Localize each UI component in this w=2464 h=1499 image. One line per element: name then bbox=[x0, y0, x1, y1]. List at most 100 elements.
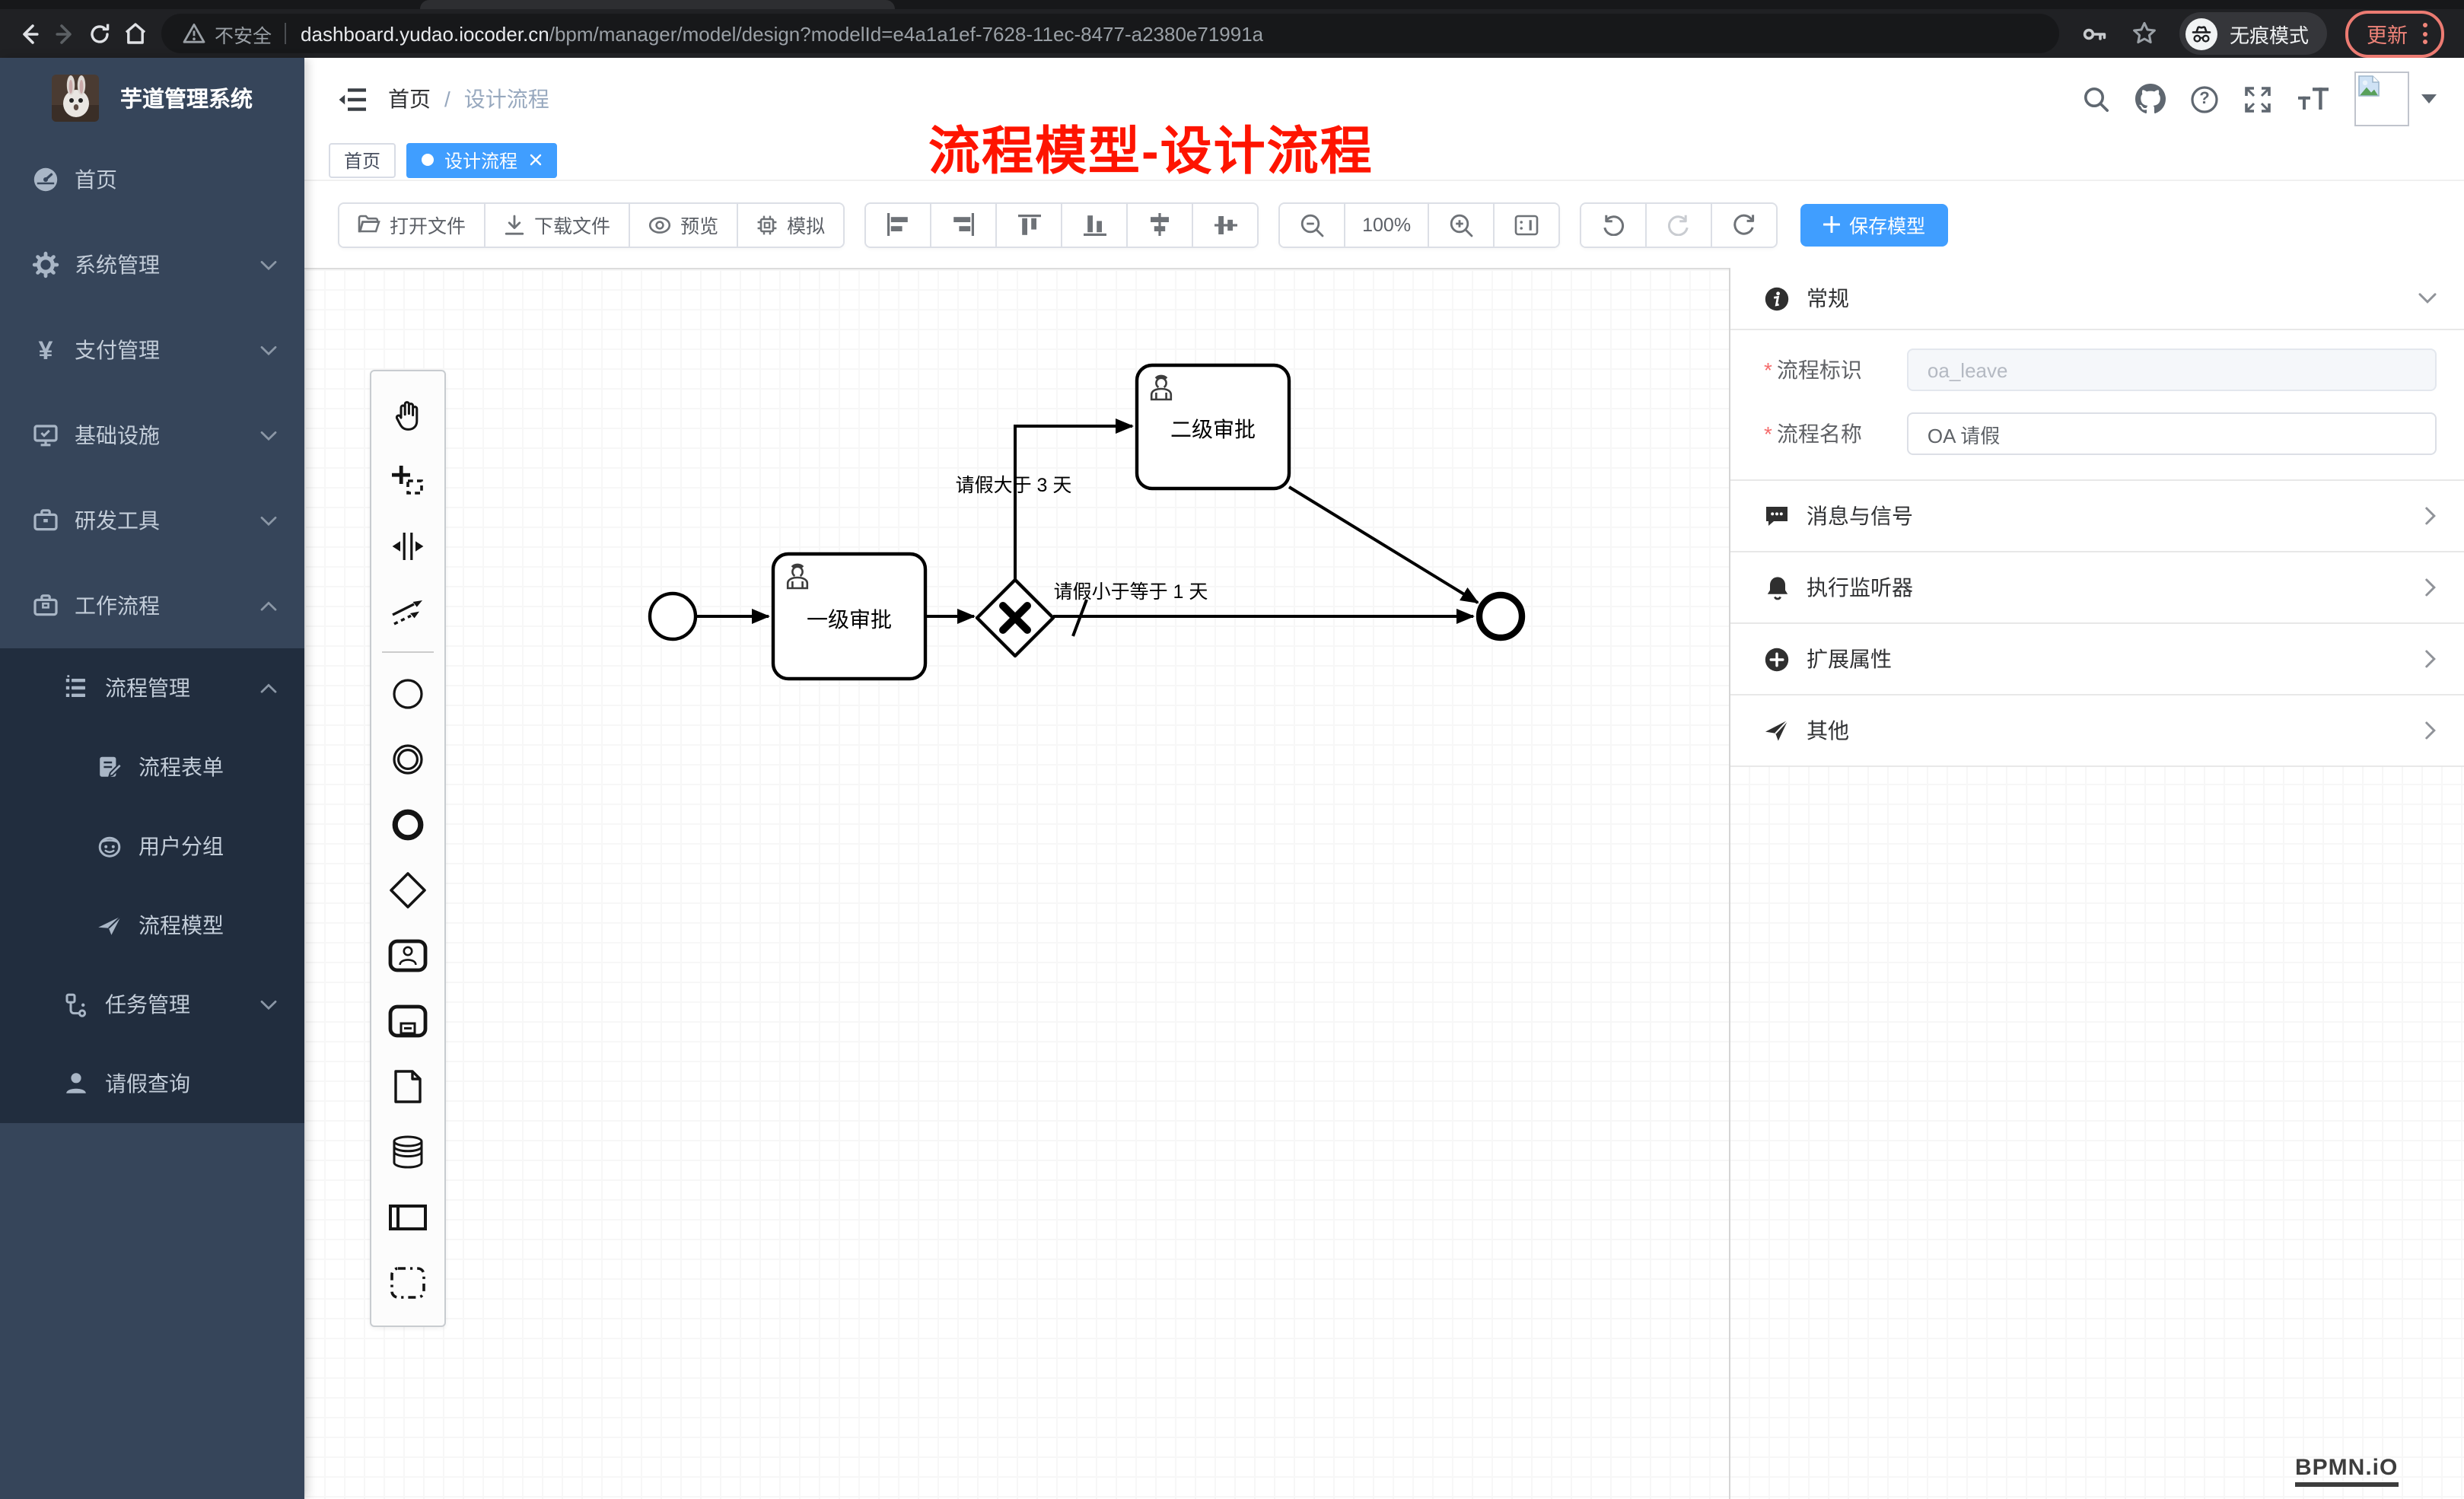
section-extended-attributes[interactable]: 扩展属性 bbox=[1730, 624, 2464, 695]
process-name-input[interactable] bbox=[1908, 412, 2437, 455]
fullscreen-icon[interactable] bbox=[2243, 84, 2272, 113]
section-execution-listener[interactable]: 执行监听器 bbox=[1730, 552, 2464, 624]
password-key-icon[interactable] bbox=[2080, 19, 2109, 48]
palette-intermediate-event[interactable] bbox=[385, 736, 431, 781]
bookmark-star-icon[interactable] bbox=[2131, 20, 2158, 47]
align-bottom-button[interactable] bbox=[1062, 203, 1128, 246]
browser-menu-icon[interactable] bbox=[2423, 23, 2427, 44]
browser-active-tab[interactable] bbox=[420, 0, 895, 9]
user-task-second-node[interactable]: 二级审批 bbox=[1137, 365, 1289, 489]
end-event-node[interactable] bbox=[1479, 595, 1522, 638]
tab-close-icon[interactable] bbox=[530, 154, 542, 166]
avatar[interactable] bbox=[2354, 72, 2409, 126]
align-horizontal-center-button[interactable] bbox=[1193, 203, 1257, 246]
incognito-label: 无痕模式 bbox=[2230, 19, 2309, 48]
address-bar[interactable]: 不安全 dashboard.yudao.iocoder.cn/bpm/manag… bbox=[161, 14, 2059, 53]
section-other[interactable]: 其他 bbox=[1730, 695, 2464, 767]
palette-data-object[interactable] bbox=[385, 1063, 431, 1109]
breadcrumb-home[interactable]: 首页 bbox=[388, 84, 431, 114]
sidebar-item-payment[interactable]: ¥ 支付管理 bbox=[0, 307, 304, 393]
breadcrumb-separator: / bbox=[444, 87, 450, 111]
back-button[interactable] bbox=[12, 16, 47, 51]
home-button[interactable] bbox=[117, 16, 152, 51]
condition-label-gt3[interactable]: 请假大于 3 天 bbox=[956, 475, 1072, 496]
undo-button[interactable] bbox=[1581, 203, 1647, 246]
chevron-down-icon bbox=[2418, 292, 2437, 304]
align-vertical-center-button[interactable] bbox=[1128, 203, 1193, 246]
sidebar-item-process-management[interactable]: 流程管理 bbox=[0, 648, 304, 727]
avatar-caret-icon[interactable] bbox=[2421, 94, 2437, 103]
incognito-badge[interactable]: 无痕模式 bbox=[2179, 12, 2327, 55]
help-icon[interactable]: ? bbox=[2190, 84, 2219, 113]
sidebar-item-devtools[interactable]: 研发工具 bbox=[0, 478, 304, 563]
forward-button[interactable] bbox=[47, 16, 82, 51]
redo-button[interactable] bbox=[1647, 203, 1712, 246]
tab-design-process[interactable]: 设计流程 bbox=[406, 142, 557, 177]
palette-group[interactable] bbox=[385, 1259, 431, 1305]
flow-task2-to-end[interactable] bbox=[1289, 487, 1478, 603]
url-text[interactable]: dashboard.yudao.iocoder.cn/bpm/manager/m… bbox=[301, 22, 1263, 45]
palette-hand-tool[interactable] bbox=[385, 392, 431, 438]
sidebar-item-workflow[interactable]: 工作流程 bbox=[0, 563, 304, 648]
search-icon[interactable] bbox=[2082, 84, 2111, 113]
palette-global-connect-tool[interactable] bbox=[385, 588, 431, 634]
palette-lasso-tool[interactable] bbox=[385, 457, 431, 503]
start-event-node[interactable] bbox=[650, 594, 696, 639]
palette-data-store[interactable] bbox=[385, 1128, 431, 1174]
sidebar-item-process-model[interactable]: 流程模型 bbox=[0, 886, 304, 965]
font-size-icon[interactable] bbox=[2297, 85, 2330, 113]
section-message-signal[interactable]: 消息与信号 bbox=[1730, 481, 2464, 552]
update-button[interactable]: 更新 bbox=[2345, 10, 2444, 57]
required-marker: * bbox=[1764, 358, 1772, 382]
condition-label-le1[interactable]: 请假小于等于 1 天 bbox=[1054, 581, 1208, 603]
user-task-first-node[interactable]: 一级审批 bbox=[773, 554, 925, 679]
sidebar-item-task-management[interactable]: 任务管理 bbox=[0, 965, 304, 1044]
form-edit-icon bbox=[96, 753, 123, 781]
reload-button[interactable] bbox=[82, 16, 117, 51]
preview-button[interactable]: 预览 bbox=[630, 203, 738, 246]
redo-icon bbox=[1667, 213, 1691, 236]
flow-gateway-to-task2[interactable] bbox=[1015, 426, 1132, 580]
section-general[interactable]: 常规 bbox=[1730, 268, 2464, 330]
sidebar-item-system[interactable]: 系统管理 bbox=[0, 222, 304, 307]
align-top-button[interactable] bbox=[997, 203, 1062, 246]
sidebar-item-infrastructure[interactable]: 基础设施 bbox=[0, 393, 304, 478]
sidebar-item-user-group[interactable]: 用户分组 bbox=[0, 807, 304, 886]
zoom-level-button[interactable]: 100% bbox=[1345, 203, 1429, 246]
app-logo-row[interactable]: 芋道管理系统 bbox=[0, 58, 304, 137]
palette-participant[interactable] bbox=[385, 1194, 431, 1240]
align-left-button[interactable] bbox=[866, 203, 931, 246]
process-key-input[interactable] bbox=[1908, 348, 2437, 391]
zoom-out-button[interactable] bbox=[1280, 203, 1345, 246]
sidebar-item-process-form[interactable]: 流程表单 bbox=[0, 727, 304, 807]
simulate-button[interactable]: 模拟 bbox=[738, 203, 843, 246]
palette-gateway[interactable] bbox=[385, 867, 431, 912]
task-second-label: 二级审批 bbox=[1170, 418, 1256, 441]
download-file-button[interactable]: 下载文件 bbox=[485, 203, 630, 246]
bpmn-io-watermark[interactable]: BPMN.iO bbox=[2295, 1455, 2398, 1487]
section-general-label: 常规 bbox=[1807, 283, 1849, 313]
yen-icon: ¥ bbox=[32, 336, 59, 364]
general-form: * 流程标识 * 流程名称 bbox=[1730, 330, 2464, 481]
open-file-button[interactable]: 打开文件 bbox=[339, 203, 485, 246]
align-right-button[interactable] bbox=[931, 203, 997, 246]
chevron-right-icon bbox=[2424, 578, 2437, 597]
broken-image-icon bbox=[2357, 75, 2380, 97]
palette-end-event[interactable] bbox=[385, 801, 431, 847]
save-model-button[interactable]: 保存模型 bbox=[1800, 203, 1948, 246]
exclusive-gateway-node[interactable] bbox=[977, 580, 1053, 656]
palette-subprocess[interactable] bbox=[385, 998, 431, 1043]
zoom-in-button[interactable] bbox=[1429, 203, 1495, 246]
security-label[interactable]: 不安全 bbox=[215, 19, 272, 48]
zoom-reset-button[interactable] bbox=[1495, 203, 1558, 246]
designer-toolbar: 打开文件 下载文件 预览 模拟 100% bbox=[304, 181, 2464, 268]
github-icon[interactable] bbox=[2135, 84, 2166, 114]
restart-button[interactable] bbox=[1712, 203, 1776, 246]
sidebar-item-home[interactable]: 首页 bbox=[0, 137, 304, 222]
palette-start-event[interactable] bbox=[385, 670, 431, 716]
sidebar-item-leave-query[interactable]: 请假查询 bbox=[0, 1044, 304, 1123]
menu-fold-icon[interactable] bbox=[338, 86, 367, 112]
tab-home[interactable]: 首页 bbox=[329, 142, 396, 177]
palette-space-tool[interactable] bbox=[385, 523, 431, 568]
palette-user-task[interactable] bbox=[385, 932, 431, 978]
